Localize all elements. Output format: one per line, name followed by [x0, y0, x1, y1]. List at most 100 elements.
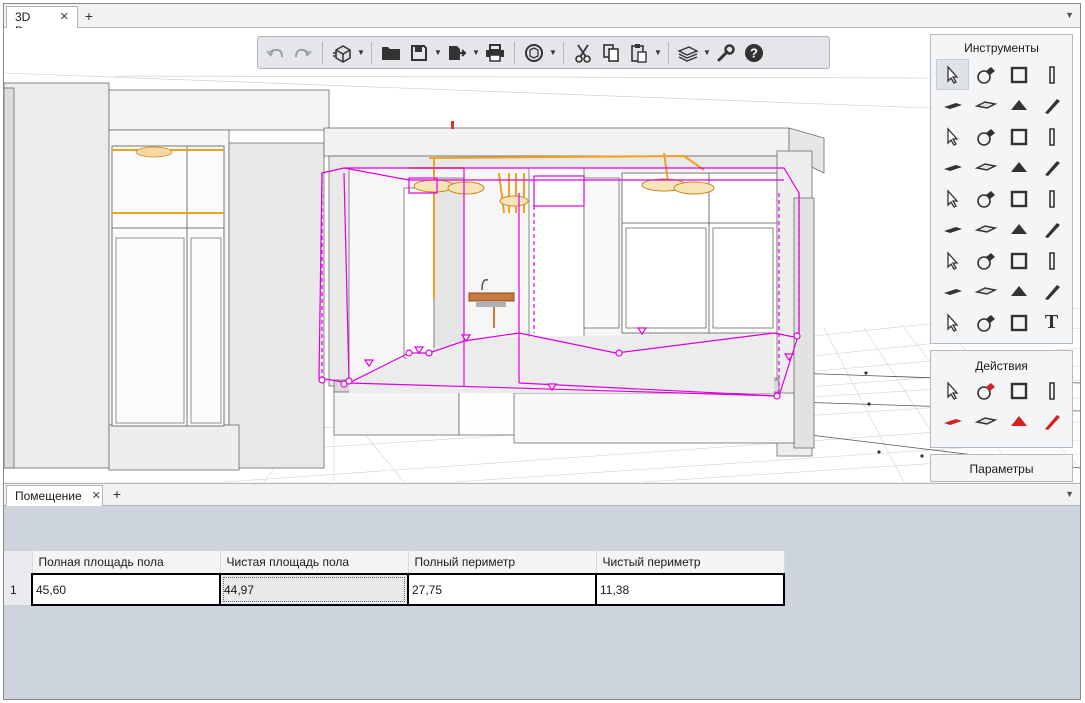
toilet-icon[interactable]: [936, 183, 969, 214]
chevron-down-icon[interactable]: ▼: [1065, 489, 1074, 499]
marker: [451, 121, 454, 129]
fan-icon[interactable]: [969, 214, 1002, 245]
column-header[interactable]: Чистая площадь пола: [220, 551, 409, 574]
help-icon[interactable]: ?: [741, 40, 767, 66]
door-icon[interactable]: [1002, 121, 1035, 152]
pipe-elbow-icon[interactable]: [1035, 214, 1068, 245]
dimension-icon[interactable]: [936, 307, 969, 338]
chair-icon[interactable]: [1002, 152, 1035, 183]
table-cell[interactable]: 11,38: [595, 573, 785, 606]
array-icon[interactable]: [1002, 375, 1035, 406]
cut-icon[interactable]: [570, 40, 596, 66]
chevron-down-icon[interactable]: ▼: [357, 48, 365, 57]
washer-icon[interactable]: [969, 183, 1002, 214]
camera-icon[interactable]: [1002, 276, 1035, 307]
mirror-icon[interactable]: [1035, 375, 1068, 406]
chevron-down-icon[interactable]: ▼: [1065, 10, 1074, 20]
cabinet-icon[interactable]: [936, 276, 969, 307]
chevron-down-icon[interactable]: ▼: [434, 48, 442, 57]
3d-scene[interactable]: [4, 28, 1080, 482]
left-building: [4, 82, 330, 471]
chevron-down-icon[interactable]: ▼: [472, 48, 480, 57]
tab-label: Помещение: [15, 489, 82, 503]
join-icon[interactable]: [1002, 406, 1035, 437]
ramp-icon[interactable]: [969, 121, 1002, 152]
dock-tabstrip: Помещение ✕ + ▼: [4, 483, 1080, 506]
table-cell[interactable]: 27,75: [407, 573, 597, 606]
layers-icon[interactable]: [675, 40, 701, 66]
duct-icon[interactable]: [1035, 152, 1068, 183]
view-cube-icon[interactable]: [329, 40, 355, 66]
actions-panel: Действия: [930, 350, 1073, 448]
house-volume: [323, 127, 825, 457]
open-folder-icon[interactable]: [378, 40, 404, 66]
3d-viewport[interactable]: ▼ ▼ ▼ ▼ ▼ ▼ ? Инструменты T Действия Пар…: [4, 28, 1080, 482]
column-header[interactable]: Чистый периметр: [596, 551, 785, 574]
separator: [322, 41, 323, 64]
offset-icon[interactable]: [1035, 406, 1068, 437]
corner-cell: [4, 551, 33, 574]
window-icon[interactable]: [1035, 121, 1068, 152]
tab-3d-view[interactable]: 3D Вид ✕: [6, 6, 78, 38]
roof-icon[interactable]: [1002, 90, 1035, 121]
radiator-icon[interactable]: [1035, 276, 1068, 307]
separator: [514, 41, 515, 64]
light-hex-icon[interactable]: [969, 276, 1002, 307]
pipe-icon[interactable]: [1035, 183, 1068, 214]
beam-icon[interactable]: [1035, 90, 1068, 121]
hatch-icon[interactable]: [1002, 307, 1035, 338]
chevron-down-icon[interactable]: ▼: [654, 48, 662, 57]
separator: [668, 41, 669, 64]
floor-icon[interactable]: [969, 90, 1002, 121]
tab-room[interactable]: Помещение ✕: [6, 485, 103, 506]
move-icon[interactable]: [936, 375, 969, 406]
column-header[interactable]: Полная площадь пола: [32, 551, 221, 574]
close-icon[interactable]: ✕: [60, 10, 69, 28]
chevron-down-icon[interactable]: ▼: [703, 48, 711, 57]
select-arrow-icon[interactable]: [936, 59, 969, 90]
column-header[interactable]: Полный периметр: [408, 551, 597, 574]
column-icon[interactable]: [1035, 59, 1068, 90]
redo-icon[interactable]: [290, 40, 316, 66]
orbit-icon[interactable]: [521, 40, 547, 66]
close-icon[interactable]: ✕: [92, 489, 101, 506]
tools-panel: Инструменты T: [930, 34, 1073, 344]
text-icon[interactable]: T: [1035, 307, 1068, 338]
extend-icon[interactable]: [969, 406, 1002, 437]
lamp-icon[interactable]: [969, 245, 1002, 276]
object-icon[interactable]: [969, 59, 1002, 90]
rotate-icon[interactable]: [969, 375, 1002, 406]
spiral-icon[interactable]: [1002, 214, 1035, 245]
paste-icon[interactable]: [626, 40, 652, 66]
add-tab-button[interactable]: +: [80, 8, 98, 26]
mask-icon[interactable]: [1002, 183, 1035, 214]
valve-icon[interactable]: [936, 214, 969, 245]
save-icon[interactable]: [406, 40, 432, 66]
chevron-down-icon[interactable]: ▼: [549, 48, 557, 57]
table-cell[interactable]: 45,60: [31, 573, 221, 606]
slab-icon[interactable]: [936, 90, 969, 121]
actions-grid: [931, 375, 1072, 437]
copy-icon[interactable]: [598, 40, 624, 66]
tools-panel-title: Инструменты: [964, 41, 1039, 55]
separator: [563, 41, 564, 64]
grid-points: [864, 371, 924, 458]
fire-icon[interactable]: [1002, 245, 1035, 276]
settings-wrench-icon[interactable]: [713, 40, 739, 66]
box-3d-icon[interactable]: [1035, 245, 1068, 276]
export-icon[interactable]: [444, 40, 470, 66]
add-tab-button[interactable]: +: [108, 486, 126, 504]
trim-icon[interactable]: [936, 406, 969, 437]
gear-cluster-icon[interactable]: [936, 245, 969, 276]
railing-icon[interactable]: [936, 152, 969, 183]
print-icon[interactable]: [482, 40, 508, 66]
table-cell-selected[interactable]: 44,97: [219, 573, 409, 606]
undo-icon[interactable]: [262, 40, 288, 66]
curve-icon[interactable]: [969, 307, 1002, 338]
room-icon[interactable]: [1002, 59, 1035, 90]
stair-icon[interactable]: [936, 121, 969, 152]
view-tabstrip: 3D Вид ✕ + ▼: [4, 4, 1080, 38]
params-panel[interactable]: Параметры: [930, 454, 1073, 482]
line-icon[interactable]: [969, 152, 1002, 183]
text-tool-label: T: [1044, 311, 1059, 333]
